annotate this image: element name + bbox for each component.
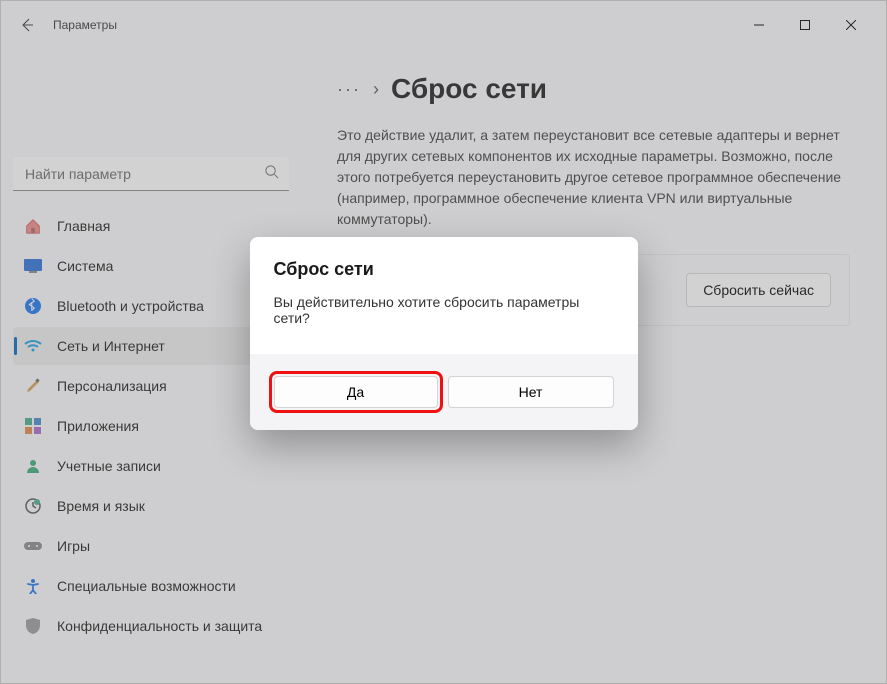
confirm-dialog: Сброс сети Вы действительно хотите сброс…: [250, 237, 638, 430]
modal-overlay: Сброс сети Вы действительно хотите сброс…: [1, 1, 886, 683]
settings-window: Параметры Главная Система: [0, 0, 887, 684]
dialog-actions: Да Нет: [250, 354, 638, 430]
dialog-no-button[interactable]: Нет: [448, 376, 614, 408]
dialog-title: Сброс сети: [274, 259, 614, 280]
dialog-yes-button[interactable]: Да: [274, 376, 438, 408]
highlight-annotation: Да: [269, 371, 443, 413]
dialog-text: Вы действительно хотите сбросить парамет…: [274, 294, 614, 326]
